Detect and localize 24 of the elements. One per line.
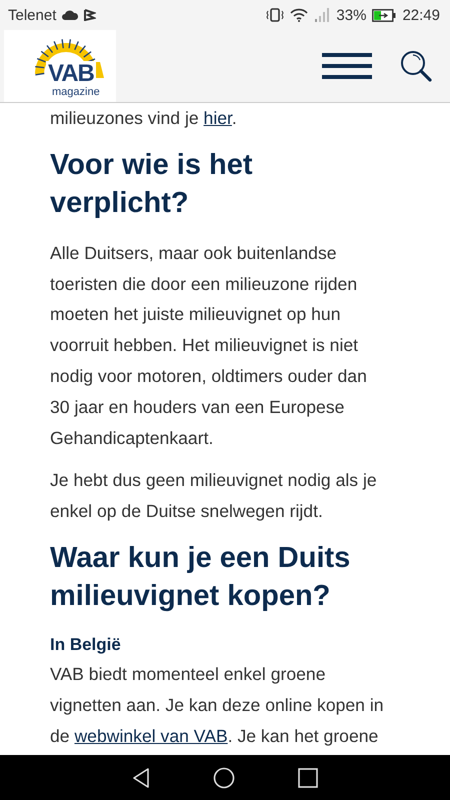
section-heading: Waar kun je een Duits milieuvignet kopen? <box>50 540 352 614</box>
recents-icon[interactable] <box>298 768 318 788</box>
signal-icon <box>314 8 330 22</box>
text-link[interactable]: webwinkel van VAB <box>74 726 228 746</box>
subheading: In België <box>50 634 122 656</box>
carrier-name: Telenet <box>8 6 56 24</box>
vibrate-icon <box>266 8 284 22</box>
home-icon[interactable] <box>212 766 235 788</box>
wifi-icon <box>290 8 308 22</box>
vab-magazine-logo[interactable]: VAB magazine <box>4 30 116 102</box>
battery-icon <box>372 8 396 22</box>
paragraph: VAB biedt momenteel enkel groene vignetten aan. Je kan deze online kopen in de webwinkel van VAB. Je kan het groene <box>50 662 385 748</box>
text-link[interactable]: hier <box>204 108 232 128</box>
paragraph: milieuzones vind je hier. <box>50 107 238 130</box>
paragraph: Alle Duitsers, maar ook buitenlandse toeristen die door een milieuzone rijden moeten het juiste milieuvignet op hun voorruit hebben. Het milieuvignet is niet nodig voor motoren, oldtimers ouder dan 30 jaar en houders van een Europese Gehandicaptenkaart. <box>50 242 368 450</box>
menu-icon[interactable] <box>322 53 372 79</box>
paragraph: Je hebt dus geen milieuvignet nodig als je enkel op de Duitse snelwegen rijdt. <box>50 469 378 524</box>
search-icon[interactable] <box>400 50 432 82</box>
battery-percentage: 33% <box>336 6 366 24</box>
flag-icon <box>84 9 96 21</box>
back-icon[interactable] <box>132 768 150 788</box>
clock: 22:49 <box>402 6 440 24</box>
cloud-icon <box>62 10 78 20</box>
section-heading: Voor wie is het verplicht? <box>50 148 254 221</box>
